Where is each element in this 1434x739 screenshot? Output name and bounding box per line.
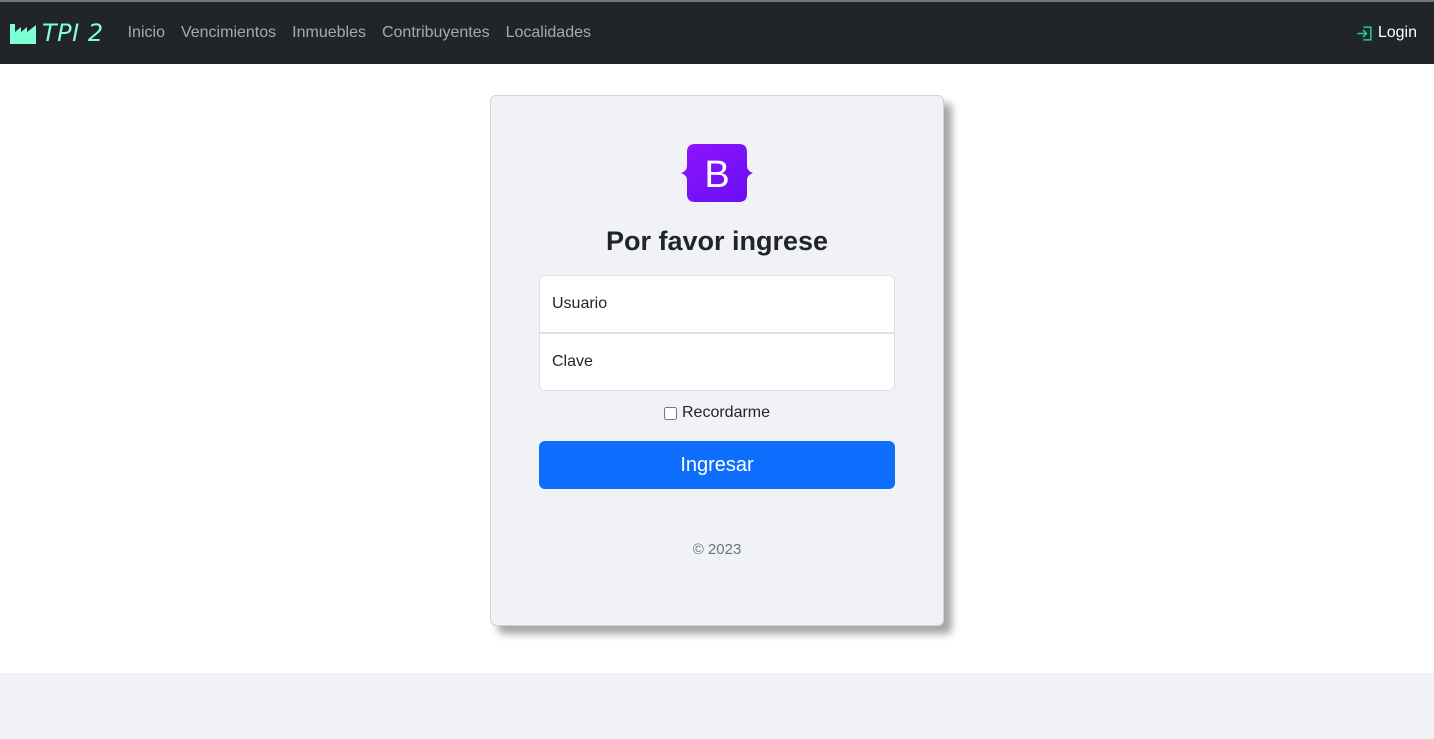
sign-in-icon <box>1357 25 1372 41</box>
password-input[interactable] <box>539 333 895 391</box>
nav-localidades[interactable]: Localidades <box>498 2 599 64</box>
page-footer <box>0 673 1434 739</box>
brand-name: TPI 2 <box>42 19 104 47</box>
top-navbar: TPI 2 Inicio Vencimientos Inmuebles Cont… <box>0 2 1434 64</box>
brand-link[interactable]: TPI 2 <box>10 19 104 47</box>
factory-icon <box>10 24 36 44</box>
bootstrap-logo-icon: B <box>681 144 753 202</box>
nav-inicio[interactable]: Inicio <box>120 2 173 64</box>
username-input[interactable] <box>539 275 895 333</box>
login-card: B Por favor ingrese Recordarme Ingresar … <box>490 95 944 626</box>
submit-button[interactable]: Ingresar <box>539 441 895 489</box>
remember-me: Recordarme <box>491 404 943 422</box>
login-title: Por favor ingrese <box>605 226 829 256</box>
nav-inmuebles[interactable]: Inmuebles <box>284 2 374 64</box>
main-nav: Inicio Vencimientos Inmuebles Contribuye… <box>120 2 599 64</box>
login-link[interactable]: Login <box>1357 2 1417 64</box>
login-label: Login <box>1377 24 1417 41</box>
remember-label: Recordarme <box>681 404 771 421</box>
svg-text:B: B <box>704 154 729 196</box>
nav-contribuyentes[interactable]: Contribuyentes <box>374 2 498 64</box>
copyright-text: © 2023 <box>692 541 742 558</box>
remember-checkbox[interactable] <box>663 406 677 420</box>
nav-vencimientos[interactable]: Vencimientos <box>173 2 284 64</box>
